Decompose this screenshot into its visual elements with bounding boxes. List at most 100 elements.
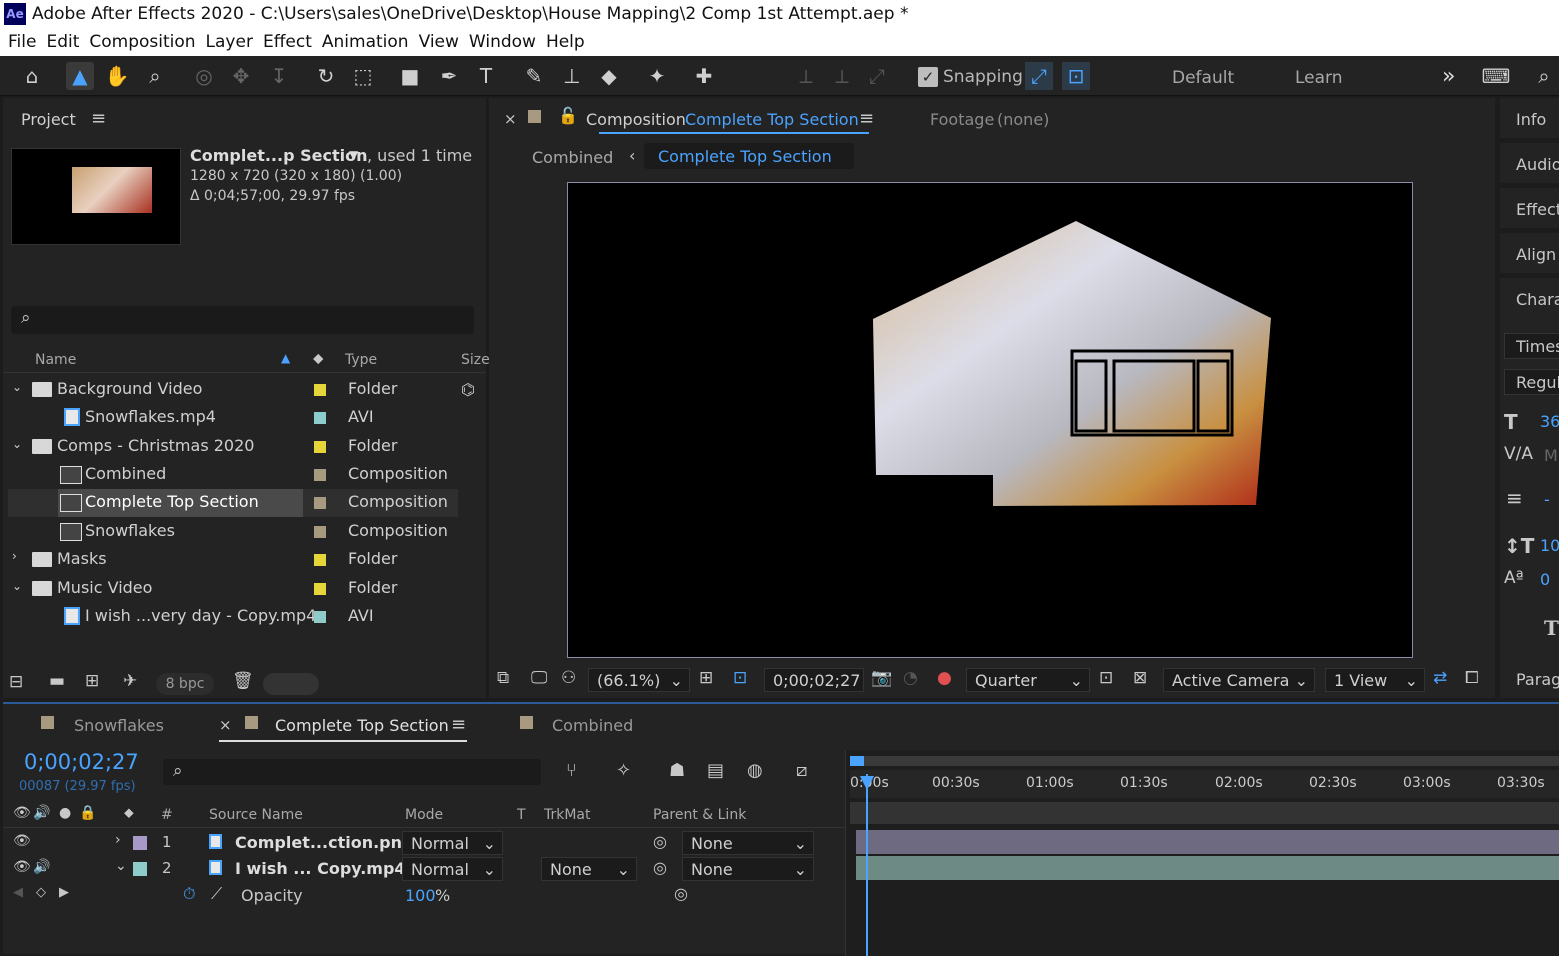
col-name[interactable]: Name — [35, 352, 76, 368]
faux-bold-icon[interactable]: T — [1544, 616, 1559, 640]
parent-dropdown[interactable]: None ⌄ — [682, 831, 814, 855]
pickwhip-icon[interactable]: ◎ — [653, 858, 667, 877]
label-color[interactable] — [314, 469, 326, 481]
font-size-value[interactable]: 36 — [1540, 412, 1559, 431]
zoom-dropdown[interactable]: (66.1%) ⌄ — [588, 668, 690, 692]
transparency-grid-icon[interactable]: ⊠ — [1133, 668, 1147, 688]
label-color[interactable] — [133, 862, 147, 876]
col-trkmat[interactable]: TrkMat — [544, 807, 591, 823]
show-snapshot-icon[interactable]: ◔ — [903, 668, 918, 688]
graph-icon[interactable]: ⟋ — [211, 884, 222, 904]
col-mode[interactable]: Mode — [405, 807, 443, 823]
selection-tool-icon[interactable]: ▲ — [66, 62, 94, 90]
hand-tool-icon[interactable]: ✋ — [103, 62, 131, 90]
reset-exposure-icon[interactable]: ⧠ — [1465, 668, 1479, 688]
lock-column-icon[interactable]: 🔒 — [79, 805, 96, 821]
brush-tool-icon[interactable]: ✎ — [520, 62, 548, 90]
video-eye-icon[interactable]: 👁 — [13, 859, 31, 875]
label-color[interactable] — [314, 412, 326, 424]
close-tab-icon[interactable]: × — [219, 716, 232, 734]
mask-visibility-icon[interactable]: ⚇ — [561, 668, 576, 688]
fast-preview-icon[interactable]: ⊡ — [1099, 668, 1113, 688]
timeline-tab-complete-top-section[interactable]: Complete Top Section — [275, 716, 449, 735]
label-color[interactable] — [314, 611, 326, 623]
snap-features-icon[interactable]: ⊡ — [1062, 62, 1090, 90]
menu-window[interactable]: Window — [469, 32, 536, 52]
camera-dropdown[interactable]: Active Camera ⌄ — [1163, 668, 1315, 692]
lock-icon[interactable]: 🔓 — [558, 106, 578, 125]
snap-edges-icon[interactable]: ⤢ — [1025, 62, 1053, 90]
pickwhip-icon[interactable]: ◎ — [674, 884, 688, 903]
orbit-tool-icon[interactable]: ◎ — [190, 62, 218, 90]
project-item[interactable]: Snowflakes Composition — [8, 518, 458, 546]
snapshot-camera-icon[interactable]: 📷 — [871, 668, 892, 688]
project-item[interactable]: ⌄ Background Video Folder — [8, 376, 458, 404]
more-workspaces-icon[interactable]: » — [1442, 64, 1455, 89]
layer-name[interactable]: Complet...ction.png — [235, 833, 413, 852]
workspace-learn[interactable]: Learn — [1295, 68, 1343, 88]
project-settings-icon[interactable]: ✈ — [123, 671, 137, 691]
zoom-tool-icon[interactable]: ⌕ — [141, 62, 169, 90]
rotate-tool-icon[interactable]: ↻ — [312, 62, 340, 90]
sort-ascending-icon[interactable]: ▲ — [281, 351, 290, 365]
layer-2-bar[interactable] — [856, 856, 1559, 880]
panel-menu-icon[interactable]: ≡ — [451, 714, 466, 735]
project-item-selected[interactable]: Complete Top Section Composition — [8, 489, 458, 517]
font-style-dropdown[interactable]: Regul — [1504, 369, 1559, 395]
menu-composition[interactable]: Composition — [89, 32, 195, 52]
composition-tab-prefix[interactable]: Composition — [586, 110, 686, 129]
shy-layers-icon[interactable]: ☗ — [669, 760, 685, 781]
next-keyframe-icon[interactable]: ▶ — [59, 885, 69, 900]
work-area-bar[interactable] — [850, 756, 1559, 766]
col-t[interactable]: T — [517, 807, 526, 823]
vertical-scale-value[interactable]: 10 — [1540, 536, 1559, 555]
axis-view-icon[interactable]: ⤢ — [863, 62, 891, 90]
scroll-handle[interactable] — [263, 673, 319, 695]
axis-world-icon[interactable]: ⟂ — [828, 62, 856, 90]
toggle-pixel-aspect-icon[interactable]: ⇄ — [1433, 668, 1447, 688]
layer-name[interactable]: I wish ... Copy.mp4 — [235, 859, 406, 878]
frame-blending-icon[interactable]: ▤ — [707, 760, 724, 781]
label-color[interactable] — [314, 526, 326, 538]
label-tag-icon[interactable]: ⬥ — [313, 349, 324, 367]
menu-animation[interactable]: Animation — [322, 32, 409, 52]
label-color[interactable] — [314, 441, 326, 453]
work-area-start[interactable] — [850, 756, 864, 766]
col-hash[interactable]: # — [161, 807, 173, 823]
footage-tab[interactable]: Footage — [930, 110, 994, 129]
resolution-dropdown[interactable]: Quarter ⌄ — [966, 668, 1090, 692]
project-search-input[interactable]: ⌕ — [11, 306, 474, 334]
col-size[interactable]: Size — [461, 352, 490, 368]
eraser-tool-icon[interactable]: ◆ — [595, 62, 623, 90]
interpret-footage-icon[interactable]: ⊟ — [9, 672, 23, 692]
col-type[interactable]: Type — [345, 352, 377, 368]
composition-tab-name[interactable]: Complete Top Section — [685, 110, 859, 129]
new-folder-icon[interactable]: ▬ — [49, 671, 65, 691]
project-tab[interactable]: Project — [21, 110, 76, 129]
paragraph-panel-tab[interactable]: Parag — [1516, 670, 1559, 689]
align-panel-tab[interactable]: Align — [1500, 233, 1559, 273]
stopwatch-icon[interactable]: ⏱ — [183, 884, 195, 904]
project-item[interactable]: I wish ...very day - Copy.mp4 AVI — [8, 603, 458, 631]
opacity-value[interactable]: 100 — [405, 886, 436, 905]
layer-row[interactable]: 👁 🔊 ⌄ 2 I wish ... Copy.mp4 Normal ⌄ None… — [3, 856, 845, 882]
audio-speaker-icon[interactable]: 🔊 — [33, 859, 50, 875]
draft-3d-icon[interactable]: ✧ — [616, 760, 631, 781]
menu-view[interactable]: View — [419, 32, 459, 52]
workspace-menu-icon[interactable]: ⌨ — [1480, 62, 1512, 90]
trash-icon[interactable]: 🗑 — [232, 671, 254, 691]
video-eye-icon[interactable]: 👁 — [13, 805, 31, 821]
label-color[interactable] — [314, 554, 326, 566]
search-help-icon[interactable]: ⌕ — [1530, 62, 1558, 90]
panel-menu-icon[interactable]: ≡ — [91, 108, 106, 129]
col-source-name[interactable]: Source Name — [209, 807, 303, 823]
prev-keyframe-icon[interactable]: ◀ — [13, 885, 23, 900]
composition-viewer[interactable] — [567, 182, 1413, 658]
time-ruler[interactable]: 0:00s 00:30s 01:00s 01:30s 02:00s 02:30s… — [850, 770, 1559, 798]
home-icon[interactable]: ⌂ — [18, 62, 46, 90]
monitor-icon[interactable]: 🖵 — [531, 668, 547, 688]
pan-tool-icon[interactable]: ✥ — [227, 62, 255, 90]
add-keyframe-icon[interactable]: ◇ — [36, 885, 46, 900]
baseline-shift-value[interactable]: 0 — [1540, 570, 1550, 589]
rectangle-tool-icon[interactable]: ■ — [396, 62, 424, 90]
